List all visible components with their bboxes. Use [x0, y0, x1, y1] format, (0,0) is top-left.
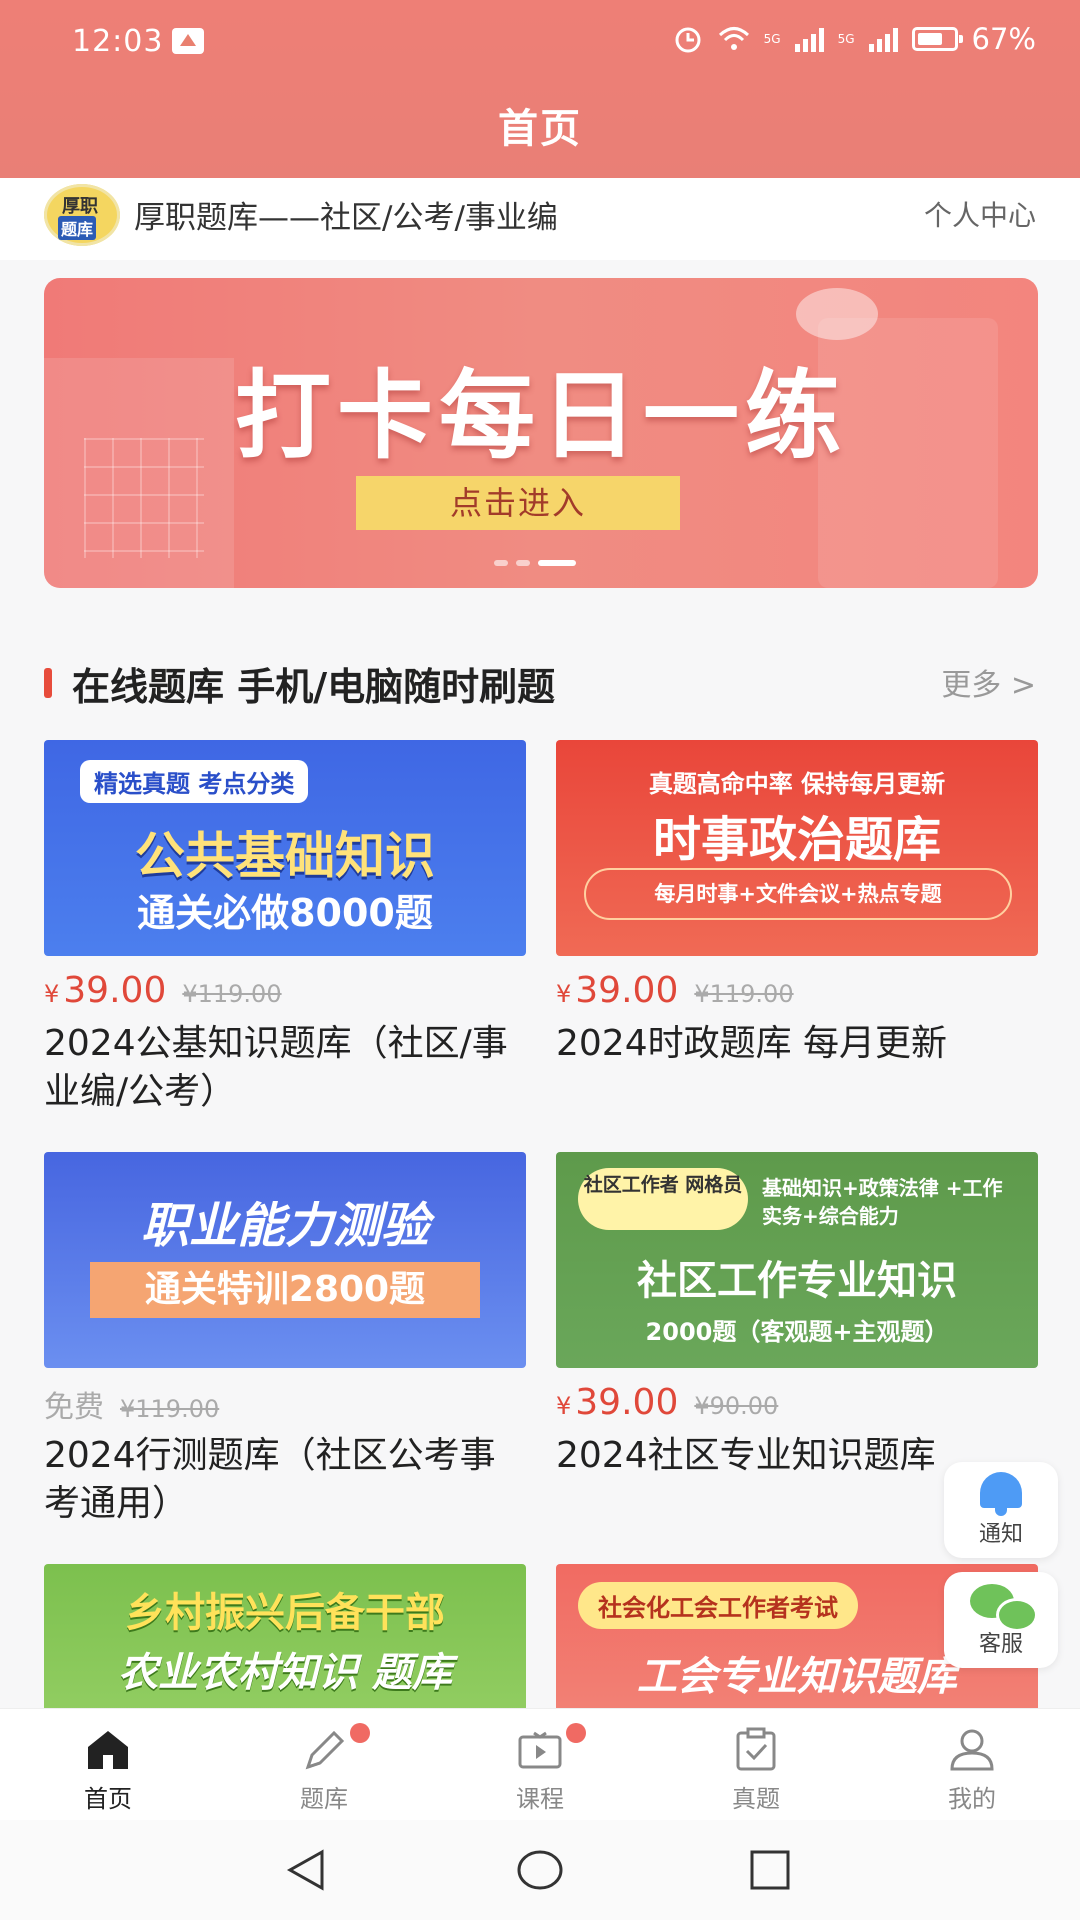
cover-title: 社区工作专业知识 — [637, 1258, 957, 1304]
cover-title: 乡村振兴后备干部 — [125, 1590, 445, 1636]
original-price: ¥90.00 — [694, 1392, 779, 1420]
more-link[interactable]: 更多 > — [941, 660, 1036, 704]
back-icon[interactable] — [284, 1848, 328, 1892]
signal-icon — [794, 26, 824, 52]
nav-question-bank[interactable]: 题库 — [216, 1709, 432, 1821]
cover-subtitle: 通关必做8000题 — [137, 891, 433, 935]
price: ¥39.00 — [556, 1382, 679, 1423]
section-accent-bar — [44, 668, 52, 698]
alarm-icon — [675, 27, 701, 53]
clipboard-icon — [736, 1727, 776, 1771]
signal-icon-2 — [868, 26, 898, 52]
price-row: 免费 ¥119.00 — [44, 1382, 526, 1425]
price: 免费 — [44, 1390, 104, 1425]
cover-title: 时事政治题库 — [652, 812, 941, 868]
nav-label: 真题 — [732, 1785, 780, 1813]
logo-text-1: 厚职 — [62, 196, 98, 217]
product-card[interactable]: 社区工作者 网格员 基础知识+政策法律 +工作实务+综合能力 社区工作专业知识 … — [556, 1152, 1038, 1480]
price-row: ¥39.00 ¥90.00 — [556, 1382, 1038, 1424]
battery-icon — [911, 27, 963, 51]
product-name: 2024行测题库（社区公考事考通用） — [44, 1435, 496, 1524]
user-icon — [950, 1729, 994, 1771]
status-icons: 5G 5G 67% — [672, 22, 1036, 56]
status-bar: 12:03 5G 5G 67% — [0, 18, 1080, 68]
cover-title: 职业能力测验 — [140, 1198, 429, 1254]
network-label-2: 5G — [837, 32, 855, 46]
banner-carousel[interactable]: 打卡每日一练 点击进入 — [44, 278, 1038, 588]
product-cover[interactable]: 职业能力测验 通关特训2800题 — [44, 1152, 526, 1368]
cover-subtitle: 通关特训2800题 — [90, 1262, 480, 1318]
badge-dot — [566, 1723, 586, 1743]
notice-label: 通知 — [978, 1522, 1023, 1547]
cover-tag: 社会化工会工作者考试 — [578, 1582, 858, 1629]
recents-icon[interactable] — [748, 1848, 792, 1892]
cover-title: 公共基础知识 — [135, 827, 435, 885]
home-icon — [88, 1731, 128, 1769]
original-price: ¥119.00 — [694, 980, 794, 1008]
app-logo: 厚职 题库 — [44, 184, 120, 246]
app-name: 厚职题库——社区/公考/事业编 — [134, 200, 558, 236]
carousel-indicator — [494, 560, 576, 566]
cover-tag: 精选真题 考点分类 — [80, 760, 309, 803]
original-price: ¥119.00 — [120, 1395, 220, 1423]
price-row: ¥39.00 ¥119.00 — [44, 970, 526, 1012]
logo-text-2: 题库 — [58, 216, 97, 240]
product-card[interactable]: 真题高命中率 保持每月更新 时事政治题库 每月时事+文件会议+热点专题 ¥39.… — [556, 740, 1038, 1068]
notice-float-button[interactable]: 通知 — [944, 1462, 1058, 1558]
original-price: ¥119.00 — [182, 980, 282, 1008]
product-card[interactable]: 精选真题 考点分类 公共基础知识 通关必做8000题 ¥39.00 ¥119.0… — [44, 740, 526, 1116]
video-icon — [518, 1731, 562, 1769]
cover-tag: 真题高命中率 保持每月更新 — [648, 770, 946, 798]
pencil-icon — [305, 1730, 345, 1770]
cover-tag: 社区工作者 网格员 — [578, 1168, 748, 1230]
price: ¥39.00 — [44, 970, 167, 1011]
banner-enter-button[interactable]: 点击进入 — [356, 476, 680, 530]
price-row: ¥39.00 ¥119.00 — [556, 970, 1038, 1012]
app-bar: 厚职 题库 厚职题库——社区/公考/事业编 个人中心 — [0, 178, 1080, 260]
cover-subtitle: 每月时事+文件会议+热点专题 — [584, 868, 1012, 920]
wifi-icon — [718, 27, 749, 50]
product-cover[interactable]: 精选真题 考点分类 公共基础知识 通关必做8000题 — [44, 740, 526, 956]
nav-courses[interactable]: 课程 — [432, 1709, 648, 1821]
banner-title: 打卡每日一练 — [235, 360, 847, 472]
page-title: 首页 — [498, 106, 582, 152]
cover-tag-2: 基础知识+政策法律 +工作实务+综合能力 — [762, 1176, 1003, 1228]
section-title: 在线题库 手机/电脑随时刷题 — [72, 665, 556, 709]
product-card[interactable]: 职业能力测验 通关特训2800题 免费 ¥119.00 2024行测题库（社区公… — [44, 1152, 526, 1528]
banner-decoration — [796, 288, 878, 340]
nav-home[interactable]: 首页 — [0, 1709, 216, 1821]
nav-label: 首页 — [84, 1785, 132, 1813]
product-name: 2024公基知识题库（社区/事业编/公考） — [44, 1023, 508, 1112]
product-card[interactable]: 乡村振兴后备干部 农业农村知识 题库 — [44, 1564, 526, 1708]
status-time: 12:03 — [72, 24, 164, 59]
bell-icon — [980, 1472, 1022, 1516]
product-cover[interactable]: 社区工作者 网格员 基础知识+政策法律 +工作实务+综合能力 社区工作专业知识 … — [556, 1152, 1038, 1368]
bottom-nav: 首页 题库 课程 真题 我的 — [0, 1708, 1080, 1821]
nav-label: 我的 — [948, 1785, 996, 1813]
nav-label: 题库 — [300, 1785, 348, 1813]
home-circle-icon[interactable] — [516, 1848, 564, 1892]
nav-mine[interactable]: 我的 — [864, 1709, 1080, 1821]
badge-dot — [350, 1723, 370, 1743]
product-cover[interactable]: 真题高命中率 保持每月更新 时事政治题库 每月时事+文件会议+热点专题 — [556, 740, 1038, 956]
personal-center-link[interactable]: 个人中心 — [924, 194, 1036, 234]
nav-label: 课程 — [516, 1785, 564, 1813]
price: ¥39.00 — [556, 970, 679, 1011]
nav-exam-papers[interactable]: 真题 — [648, 1709, 864, 1821]
system-nav-bar — [0, 1820, 1080, 1920]
notification-icon — [172, 28, 204, 54]
service-float-button[interactable]: 客服 — [944, 1572, 1058, 1668]
battery-percent: 67% — [971, 22, 1036, 56]
product-cover[interactable]: 乡村振兴后备干部 农业农村知识 题库 — [44, 1564, 526, 1708]
product-name: 2024时政题库 每月更新 — [556, 1023, 948, 1064]
service-label: 客服 — [978, 1632, 1023, 1657]
header: 12:03 5G 5G 67% 首页 — [0, 0, 1080, 178]
cover-subtitle: 2000题（客观题+主观题） — [645, 1318, 949, 1346]
network-label-1: 5G — [763, 32, 781, 46]
cover-subtitle: 农业农村知识 题库 — [118, 1650, 452, 1696]
